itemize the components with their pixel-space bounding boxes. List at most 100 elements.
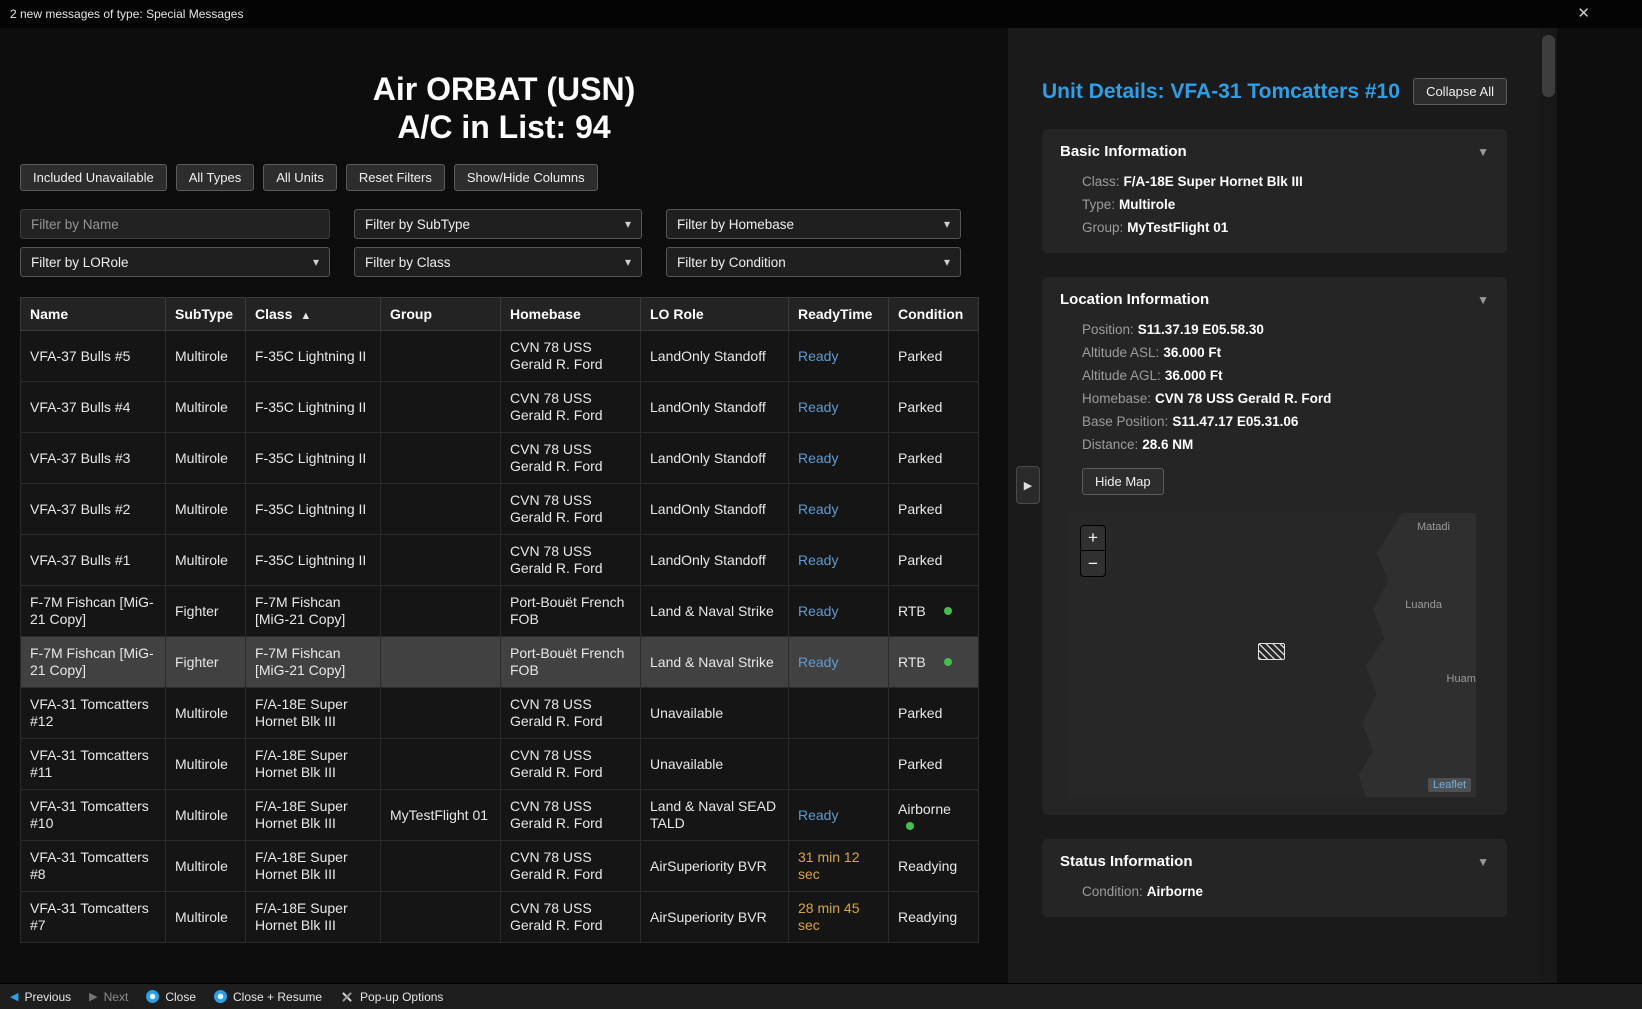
table-row[interactable]: VFA-31 Tomcatters #12 Multirole F/A-18E …	[21, 688, 979, 739]
ready-time-cell: 31 min 12 sec	[789, 841, 889, 892]
toolbar-button[interactable]: All Types	[176, 164, 255, 191]
class-cell: F/A-18E Super Hornet Blk III	[246, 790, 381, 841]
ready-time-text[interactable]: Ready	[798, 807, 838, 823]
page-title: Air ORBAT (USN) A/C in List: 94	[20, 70, 988, 146]
field-value: CVN 78 USS Gerald R. Ford	[1155, 391, 1331, 406]
column-header[interactable]: LO Role	[641, 298, 789, 331]
subtype-cell: Fighter	[166, 586, 246, 637]
basic-fields: Class:F/A-18E Super Hornet Blk III Type:…	[1060, 174, 1489, 235]
next-button[interactable]: ▶ Next	[89, 990, 128, 1004]
ready-time-text[interactable]: Ready	[798, 399, 838, 415]
ready-time-text[interactable]: Ready	[798, 552, 838, 568]
lo-role-cell: Land & Naval Strike	[641, 637, 789, 688]
table-row[interactable]: VFA-37 Bulls #2 Multirole F-35C Lightnin…	[21, 484, 979, 535]
table-row[interactable]: VFA-37 Bulls #3 Multirole F-35C Lightnin…	[21, 433, 979, 484]
filter-condition-select[interactable]: Filter by Condition ▾	[666, 247, 961, 277]
condition-cell: Parked	[889, 382, 979, 433]
column-header[interactable]: ReadyTime	[789, 298, 889, 331]
orbat-table: Name SubType Class▲ Group Homebase LO Ro…	[20, 297, 979, 943]
section-title: Location Information	[1060, 291, 1209, 308]
column-header[interactable]: Class▲	[246, 298, 381, 331]
status-dot-icon	[944, 658, 952, 666]
scrollbar-thumb[interactable]	[1542, 35, 1555, 97]
status-information-header[interactable]: Status Information ▼	[1060, 853, 1489, 870]
ready-time-text[interactable]: Ready	[798, 348, 838, 364]
table-row[interactable]: F-7M Fishcan [MiG-21 Copy] Fighter F-7M …	[21, 586, 979, 637]
ready-time-text[interactable]: Ready	[798, 450, 838, 466]
field-label: Distance:	[1082, 437, 1138, 452]
basic-information-section: Basic Information ▼ Class:F/A-18E Super …	[1042, 129, 1507, 253]
leaflet-attribution-link[interactable]: Leaflet	[1428, 778, 1471, 792]
vertical-scrollbar[interactable]	[1540, 28, 1557, 983]
chevron-down-icon: ▾	[944, 217, 950, 231]
table-row[interactable]: F-7M Fishcan [MiG-21 Copy] Fighter F-7M …	[21, 637, 979, 688]
column-label: SubType	[175, 306, 233, 322]
ready-time-text[interactable]: Ready	[798, 501, 838, 517]
details-header: Unit Details: VFA-31 Tomcatters #10 Coll…	[1008, 28, 1557, 105]
column-header[interactable]: Homebase	[501, 298, 641, 331]
field-label: Base Position:	[1082, 414, 1168, 429]
previous-button[interactable]: ◀ Previous	[10, 990, 71, 1004]
filter-subtype-select[interactable]: Filter by SubType ▾	[354, 209, 642, 239]
column-header[interactable]: Group	[381, 298, 501, 331]
unit-name-cell: VFA-31 Tomcatters #11	[21, 739, 166, 790]
filter-homebase-select[interactable]: Filter by Homebase ▾	[666, 209, 961, 239]
collapse-chevron-icon[interactable]: ▼	[1477, 145, 1489, 159]
basic-information-header[interactable]: Basic Information ▼	[1060, 143, 1489, 160]
toolbar-button[interactable]: All Units	[263, 164, 337, 191]
collapse-chevron-icon[interactable]: ▼	[1477, 855, 1489, 869]
map[interactable]: Matadi Luanda Huamb + − Leaflet	[1068, 513, 1476, 797]
ready-time-text[interactable]: 31 min 12 sec	[798, 849, 859, 882]
class-cell: F/A-18E Super Hornet Blk III	[246, 688, 381, 739]
condition-cell: Readying	[889, 841, 979, 892]
column-header[interactable]: Condition	[889, 298, 979, 331]
unit-name-cell: F-7M Fishcan [MiG-21 Copy]	[21, 586, 166, 637]
collapse-all-button[interactable]: Collapse All	[1413, 78, 1507, 105]
column-header[interactable]: Name	[21, 298, 166, 331]
toolbar-button[interactable]: Reset Filters	[346, 164, 445, 191]
filter-class-select[interactable]: Filter by Class ▾	[354, 247, 642, 277]
condition-text: Parked	[898, 399, 942, 416]
homebase-cell: CVN 78 USS Gerald R. Ford	[501, 433, 641, 484]
lo-role-cell: Land & Naval Strike	[641, 586, 789, 637]
ready-time-text[interactable]: 28 min 45 sec	[798, 900, 859, 933]
zoom-out-button[interactable]: −	[1080, 551, 1106, 577]
collapse-chevron-icon[interactable]: ▼	[1477, 293, 1489, 307]
condition-cell: Parked	[889, 688, 979, 739]
table-row[interactable]: VFA-31 Tomcatters #8 Multirole F/A-18E S…	[21, 841, 979, 892]
table-row[interactable]: VFA-31 Tomcatters #11 Multirole F/A-18E …	[21, 739, 979, 790]
zoom-in-button[interactable]: +	[1080, 525, 1106, 551]
toolbar-button[interactable]: Included Unavailable	[20, 164, 167, 191]
panel-collapse-toggle[interactable]: ▶	[1016, 466, 1040, 504]
section-title: Status Information	[1060, 853, 1193, 870]
toolbar-button[interactable]: Show/Hide Columns	[454, 164, 598, 191]
subtype-cell: Multirole	[166, 688, 246, 739]
close-icon[interactable]: ✕	[1577, 4, 1590, 22]
notification-bar: 2 new messages of type: Special Messages…	[0, 0, 1642, 28]
hide-map-button[interactable]: Hide Map	[1082, 468, 1164, 495]
table-row[interactable]: VFA-37 Bulls #4 Multirole F-35C Lightnin…	[21, 382, 979, 433]
table-row[interactable]: VFA-31 Tomcatters #10 Multirole F/A-18E …	[21, 790, 979, 841]
column-header[interactable]: SubType	[166, 298, 246, 331]
filter-lorole-select[interactable]: Filter by LORole ▾	[20, 247, 330, 277]
aircraft-unit-icon[interactable]	[1258, 643, 1285, 660]
close-resume-button[interactable]: Close + Resume	[214, 990, 322, 1004]
table-row[interactable]: VFA-37 Bulls #5 Multirole F-35C Lightnin…	[21, 331, 979, 382]
status-fields: Condition:Airborne	[1060, 884, 1489, 899]
filter-lorole-value: Filter by LORole	[31, 255, 129, 270]
location-information-header[interactable]: Location Information ▼	[1060, 291, 1489, 308]
orbat-count-line: A/C in List: 94	[20, 108, 988, 146]
table-row[interactable]: VFA-31 Tomcatters #7 Multirole F/A-18E S…	[21, 892, 979, 943]
chevron-down-icon: ▾	[313, 255, 319, 269]
ready-time-text[interactable]: Ready	[798, 654, 838, 670]
close-button[interactable]: Close	[146, 990, 196, 1004]
class-cell: F-7M Fishcan [MiG-21 Copy]	[246, 586, 381, 637]
homebase-cell: Port-Bouët French FOB	[501, 586, 641, 637]
close-label: Close	[165, 990, 196, 1004]
unit-name-cell: VFA-31 Tomcatters #10	[21, 790, 166, 841]
unit-name-cell: VFA-37 Bulls #4	[21, 382, 166, 433]
table-row[interactable]: VFA-37 Bulls #1 Multirole F-35C Lightnin…	[21, 535, 979, 586]
ready-time-text[interactable]: Ready	[798, 603, 838, 619]
popup-options-button[interactable]: Pop-up Options	[340, 990, 443, 1004]
filter-name-input[interactable]	[20, 209, 330, 239]
